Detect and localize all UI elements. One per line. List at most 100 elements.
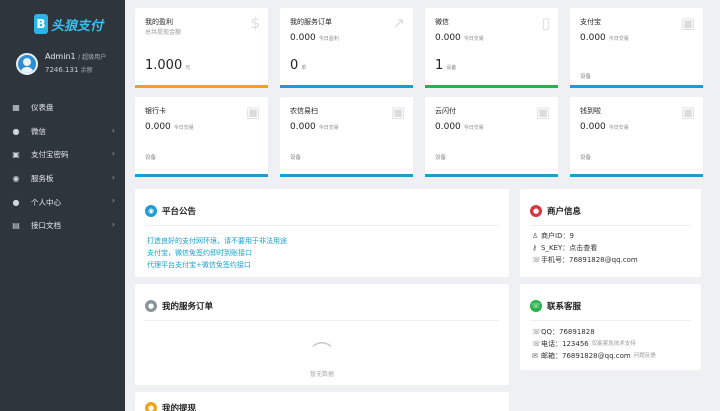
notice-line[interactable]: 代理平台支付宝+微信免签约接口 — [147, 259, 287, 271]
merchant-key-link[interactable]: S_KEY：点击查看 — [541, 242, 597, 254]
sidebar-item-profile[interactable]: ● 个人中心 › — [0, 190, 125, 214]
sidebar-item-label: 微信 — [31, 126, 46, 136]
stat-unit: 今日交易 — [608, 36, 629, 42]
stat-value-number: 1.000 — [145, 58, 183, 73]
notice-list: 打造良好的支付网环境，请不要用于非法用途 支付宝，微信免签约即时到账接口 代理平… — [147, 235, 287, 271]
stat-title: 支付宝 — [580, 18, 601, 26]
stat-value-number: 0.000 — [290, 33, 316, 43]
notice-line[interactable]: 支付宝，微信免签约即时到账接口 — [147, 247, 287, 259]
stat-device-label: 设备 — [145, 155, 157, 161]
mouse-icon: ▯ — [541, 14, 550, 32]
sidebar-item-label: 个人中心 — [31, 197, 61, 207]
stat-value-secondary: 0单 — [290, 58, 306, 73]
dollar-icon: $ — [250, 14, 260, 32]
mail-icon: ✉ — [532, 352, 538, 360]
divider — [530, 225, 691, 226]
merchant-id: 商户ID：9 — [541, 232, 574, 240]
sidebar-item-dashboard[interactable]: ▦ 仪表盘 — [0, 96, 125, 120]
stat-unit: 设备 — [446, 65, 457, 71]
sidebar-item-service[interactable]: ◉ 服务板 › — [0, 167, 125, 191]
sidebar-item-alipay[interactable]: ▣ 支付宝密码 › — [0, 143, 125, 167]
chevron-right-icon: › — [111, 149, 115, 159]
balance-unit: 余额 — [80, 67, 93, 74]
stat-value-number: 0.000 — [145, 122, 171, 132]
sidebar-item-docs[interactable]: ▤ 接口文档 › — [0, 214, 125, 238]
wallet-icon: ▣ — [390, 103, 405, 121]
stat-card-qiandaola[interactable]: ▣ 钱到啦 0.000 今日交易 设备 — [570, 97, 703, 177]
stat-title: 银行卡 — [145, 107, 166, 115]
user-icon: ● — [530, 205, 542, 217]
chevron-right-icon: › — [111, 172, 115, 182]
wallet-icon: ▣ — [680, 103, 695, 121]
stat-title: 微信 — [435, 18, 449, 26]
panel-title: 商户信息 — [547, 207, 582, 217]
panel-header: ● 我的提现 — [145, 402, 196, 411]
stat-accent-bar — [425, 85, 558, 88]
chevron-right-icon: › — [111, 125, 115, 135]
stat-card-alipay[interactable]: ▣ 支付宝 0.000 今日交易 设备 — [570, 8, 703, 88]
stat-unit: 元 — [185, 65, 191, 71]
sidebar-item-label: 支付宝密码 — [31, 150, 69, 160]
notice-line[interactable]: 打造良好的支付网环境，请不要用于非法用途 — [147, 235, 287, 247]
sidebar-item-label: 仪表盘 — [31, 103, 54, 113]
stat-card-unionpay[interactable]: ▣ 云闪付 0.000 今日交易 设备 — [425, 97, 558, 177]
key-icon: ⚷ — [532, 244, 538, 252]
stat-title: 我的服务订单 — [290, 18, 332, 26]
stat-card-bankcard[interactable]: ▣ 银行卡 0.000 今日交易 设备 — [135, 97, 268, 177]
divider — [145, 320, 499, 321]
wechat-icon: ● — [12, 126, 20, 136]
stat-unit: 今日交易 — [173, 125, 194, 131]
support-info-list: ☏ QQ：76891828 ☏ 电话：123456 仅能紧急技术支持 ✉ 邮箱：7689… — [532, 326, 656, 362]
stat-unit: 今日交易 — [463, 36, 484, 42]
stat-unit: 今日交易 — [463, 125, 484, 131]
card-icon: ▣ — [12, 150, 20, 160]
stat-title: 我的盈利 — [145, 18, 173, 26]
stat-value-number: 0.000 — [435, 122, 461, 132]
user-name[interactable]: Admin1 — [45, 52, 76, 61]
stat-value-number: 1 — [435, 58, 444, 73]
docs-icon: ▤ — [12, 221, 20, 231]
stat-value: 0.000 今日交易 — [580, 33, 629, 43]
stat-accent-bar — [280, 85, 413, 88]
panel-title: 我的提现 — [162, 404, 197, 411]
support-qq: QQ：76891828 — [541, 328, 595, 336]
stat-card-service-orders[interactable]: ↗ 我的服务订单 0.000 今日盈利 0单 — [280, 8, 413, 88]
sidebar-menu: ▦ 仪表盘 ● 微信 › ▣ 支付宝密码 › ◉ 服务板 › ● 个人中心 › … — [0, 96, 125, 238]
stat-card-profit[interactable]: $ 我的盈利 总共提现金额 1.000 元 — [135, 8, 268, 88]
avatar[interactable] — [16, 52, 38, 75]
panel-header: ● 商户信息 — [530, 205, 581, 217]
logo-mark: B — [34, 14, 48, 34]
stat-value: 0.000 今日交易 — [290, 122, 339, 132]
stat-card-wechat[interactable]: ▯ 微信 0.000 今日交易 1 设备 — [425, 8, 558, 88]
stat-device-label: 设备 — [435, 155, 447, 161]
stat-accent-bar — [570, 174, 703, 177]
user-role: / 超级用户 — [78, 54, 107, 61]
stat-title: 云闪付 — [435, 107, 456, 115]
support-panel: ☏ 联系客服 ☏ QQ：76891828 ☏ 电话：123456 仅能紧急技术支持 ✉… — [520, 284, 701, 370]
merchant-phone: 手机号：76891828@qq.com — [541, 256, 638, 264]
eye-icon: ◉ — [145, 205, 157, 217]
stat-value-number: 0.000 — [580, 122, 606, 132]
stat-device-label: 设备 — [580, 155, 592, 161]
stat-unit: 今日交易 — [318, 125, 339, 131]
sidebar-item-wechat[interactable]: ● 微信 › — [0, 120, 125, 144]
merchant-id-row: ♙ 商户ID：9 — [532, 230, 638, 242]
chart-icon: ⌒ — [312, 340, 332, 364]
stat-accent-bar — [135, 174, 268, 177]
orders-panel: ● 我的服务订单 ⌒ 暂无数据 — [135, 284, 509, 385]
stat-accent-bar — [425, 174, 558, 177]
merchant-key-row[interactable]: ⚷ S_KEY：点击查看 — [532, 242, 638, 254]
merchant-phone-row: ☏ 手机号：76891828@qq.com — [532, 254, 638, 266]
qq-icon: ☏ — [532, 328, 541, 336]
support-tel-note: 仅能紧急技术支持 — [591, 341, 636, 347]
stat-title: 农信易扫 — [290, 107, 318, 115]
wallet-icon: ▣ — [535, 103, 550, 121]
user-icon: ● — [145, 300, 157, 312]
user-icon: ● — [12, 197, 20, 207]
stat-card-nongxin[interactable]: ▣ 农信易扫 0.000 今日交易 设备 — [280, 97, 413, 177]
support-tel-row: ☏ 电话：123456 仅能紧急技术支持 — [532, 338, 656, 350]
dashboard-icon: ▦ — [12, 103, 20, 113]
balance-value: 7246.131 — [45, 66, 79, 74]
logo[interactable]: B 头狼支付 — [34, 13, 103, 35]
stat-accent-bar — [280, 174, 413, 177]
